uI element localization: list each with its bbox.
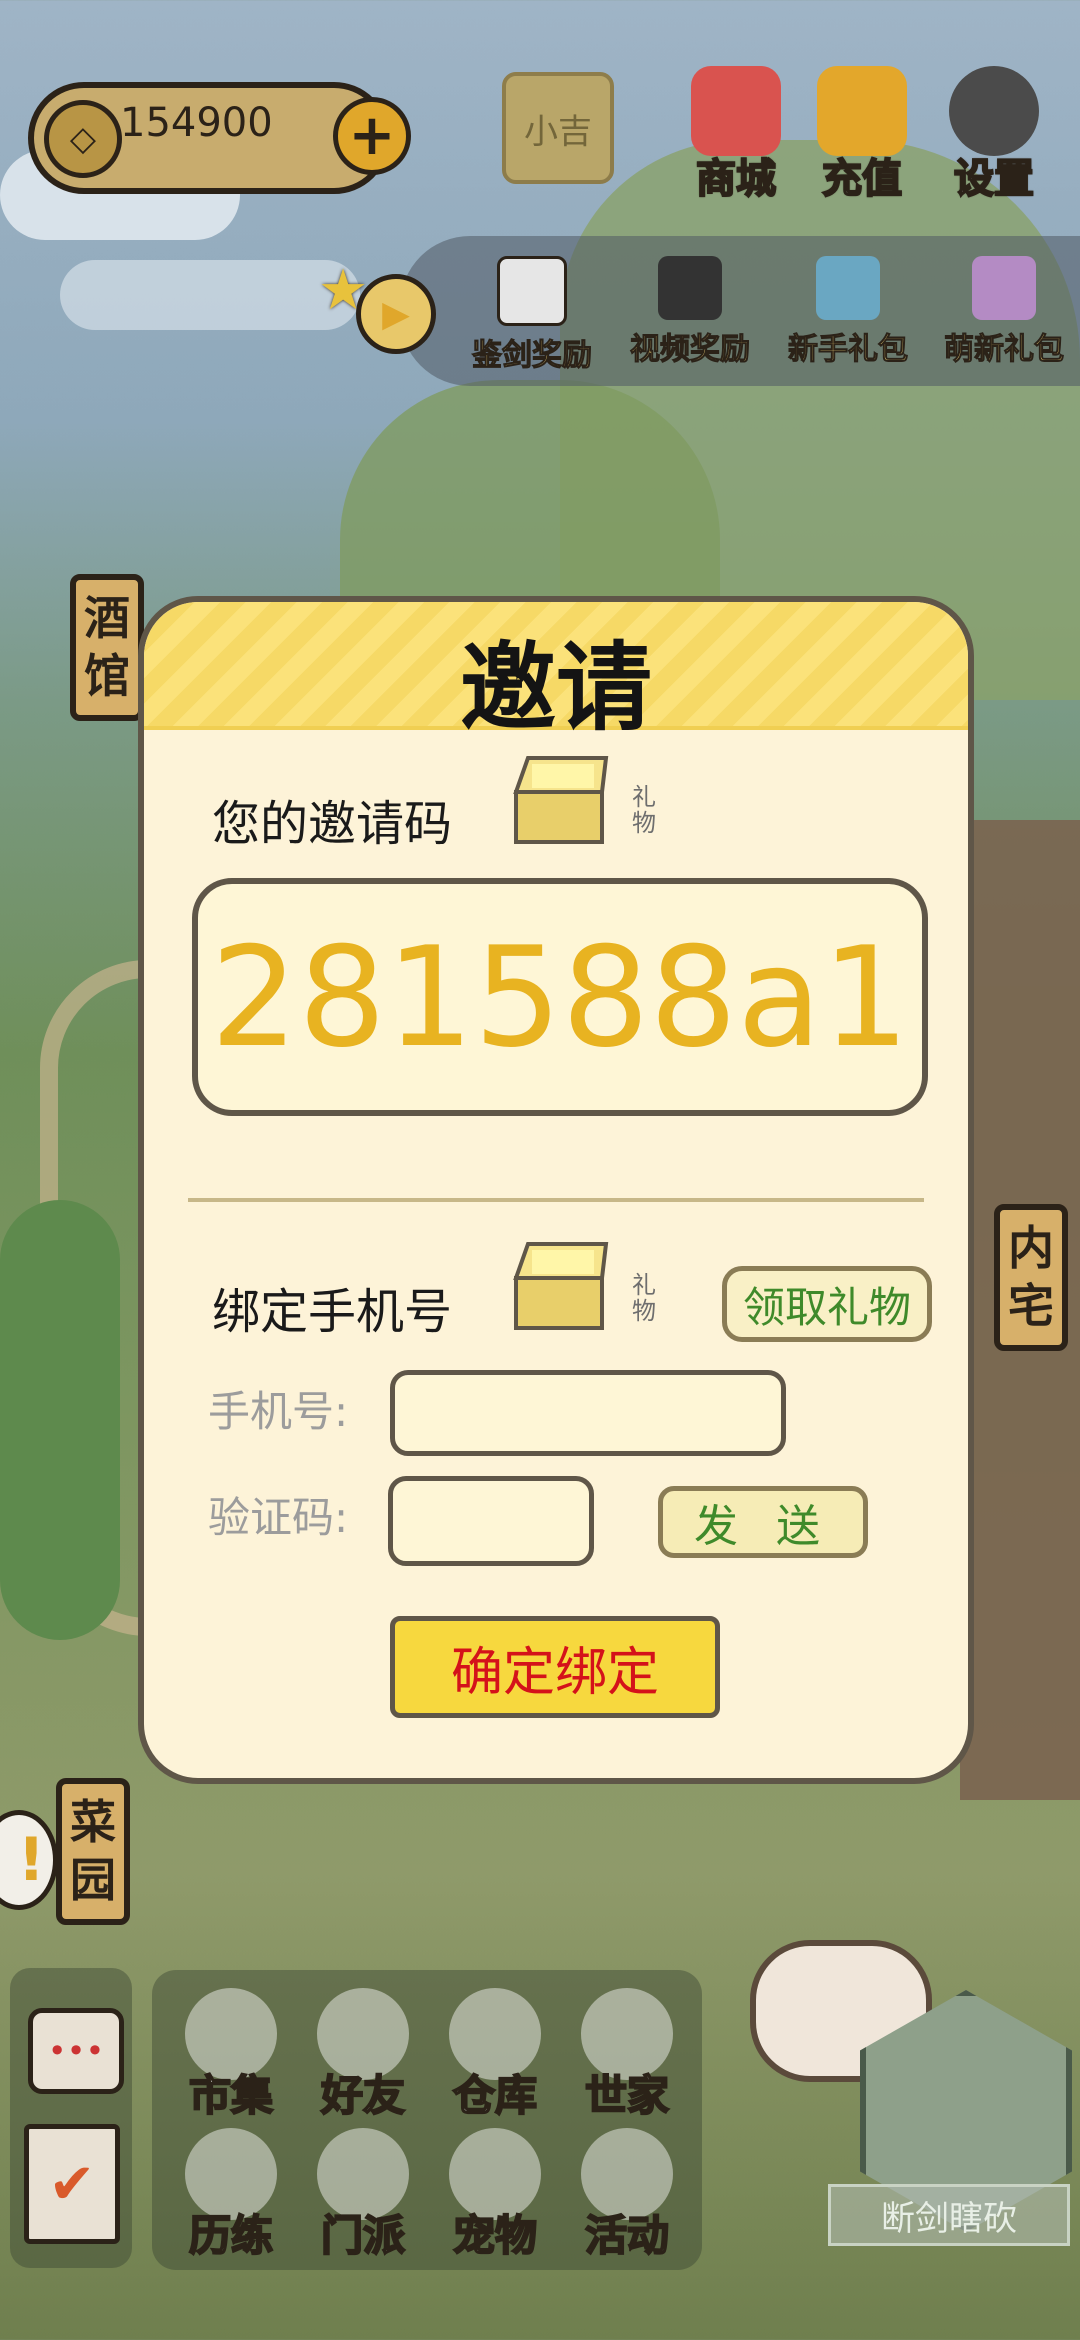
shop-label: 商城: [695, 155, 777, 203]
invite-dialog: 邀请 您的邀请码 礼物 281588a1 绑定手机号 礼物 领取礼物 手机号: …: [138, 596, 974, 1784]
dialog-title: 邀请: [460, 632, 652, 744]
recharge-button[interactable]: 充值: [802, 66, 922, 216]
bind-phone-label: 绑定手机号: [212, 1284, 453, 1340]
gift-caption: 礼物: [632, 1271, 656, 1326]
invite-code: 281588a1: [210, 916, 910, 1078]
claim-gift-button[interactable]: 领取礼物: [722, 1266, 932, 1342]
gift-caption: 礼物: [632, 783, 656, 838]
garden-sign[interactable]: 菜园: [56, 1778, 130, 1925]
tavern-sign[interactable]: 酒馆: [70, 574, 144, 721]
bush: [0, 1200, 120, 1640]
gear-icon: [949, 66, 1039, 156]
add-coins-button[interactable]: +: [333, 97, 411, 175]
fortune-button[interactable]: 小吉: [502, 72, 614, 184]
cute-pack-button[interactable]: 萌新礼包: [924, 256, 1080, 368]
market-button[interactable]: 市集: [166, 1988, 296, 2138]
calendar-icon: [497, 256, 567, 326]
verify-code-input[interactable]: [388, 1476, 594, 1566]
reward-bar-toggle[interactable]: ★ ▶: [318, 258, 436, 354]
gold-ingot-icon: [817, 66, 907, 156]
my-invite-code-label: 您的邀请码: [212, 796, 453, 852]
pet-label: 宠物: [452, 2210, 538, 2261]
pet-button[interactable]: 宠物: [430, 2128, 560, 2278]
friends-button[interactable]: 好友: [298, 1988, 428, 2138]
market-label: 市集: [188, 2070, 274, 2121]
newbie-pack-button[interactable]: 新手礼包: [768, 256, 928, 368]
clapperboard-icon: [658, 256, 722, 320]
video-reward-button[interactable]: 视频奖励: [610, 256, 770, 368]
coin-balance: 154900: [120, 100, 273, 146]
verify-code-label: 验证码:: [208, 1493, 349, 1542]
divider: [188, 1198, 924, 1202]
inner-house-sign[interactable]: 内宅: [994, 1204, 1068, 1351]
invite-code-box: 281588a1: [192, 878, 928, 1116]
shop-bag-icon: [691, 66, 781, 156]
sect-label: 门派: [320, 2210, 406, 2261]
alert-icon[interactable]: !: [0, 1810, 58, 1910]
friends-label: 好友: [320, 2070, 406, 2121]
video-reward-label: 视频奖励: [630, 332, 751, 368]
training-button[interactable]: 历练: [166, 2128, 296, 2278]
settings-label: 设置: [953, 155, 1035, 203]
event-button[interactable]: 活动: [562, 2128, 692, 2278]
sect-button[interactable]: 门派: [298, 2128, 428, 2278]
phone-input[interactable]: [390, 1370, 786, 1456]
gift-chest-icon: [508, 1238, 618, 1334]
cute-pack-label: 萌新礼包: [944, 332, 1065, 368]
cloud: [60, 260, 360, 330]
clan-button[interactable]: 世家: [562, 1988, 692, 2138]
task-checklist-button[interactable]: ✔: [24, 2124, 120, 2244]
player-name: 断剑瞎砍: [828, 2184, 1070, 2246]
shop-button[interactable]: 商城: [676, 66, 796, 216]
event-label: 活动: [584, 2210, 670, 2261]
confirm-bind-button[interactable]: 确定绑定: [390, 1616, 720, 1718]
sword-reward-label: 鉴剑奖励: [472, 338, 593, 374]
phone-label: 手机号:: [208, 1387, 349, 1436]
warehouse-button[interactable]: 仓库: [430, 1988, 560, 2138]
training-label: 历练: [188, 2210, 274, 2261]
send-code-button[interactable]: 发 送: [658, 1486, 868, 1558]
newbie-pack-label: 新手礼包: [788, 332, 909, 368]
recharge-label: 充值: [821, 155, 903, 203]
settings-button[interactable]: 设置: [934, 66, 1054, 216]
clan-label: 世家: [584, 2070, 670, 2121]
sword-reward-button[interactable]: 鉴剑奖励: [452, 256, 612, 374]
chat-button[interactable]: •••: [28, 2008, 124, 2094]
gift-chest-icon: [508, 752, 618, 848]
treasure-chest-icon: [816, 256, 880, 320]
coin-icon: ◇: [44, 100, 122, 178]
gift-box-icon: [972, 256, 1036, 320]
warehouse-label: 仓库: [452, 2070, 538, 2121]
play-icon: ▶: [356, 274, 436, 354]
